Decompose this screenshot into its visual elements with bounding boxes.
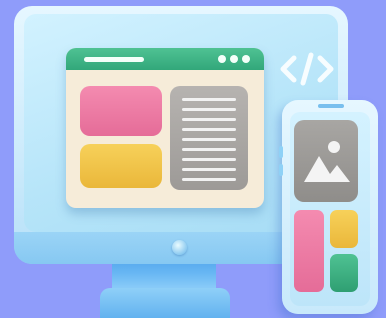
text-line	[182, 158, 236, 161]
browser-window	[66, 48, 264, 208]
power-button-icon	[172, 240, 187, 255]
monitor-stand-base	[100, 288, 230, 318]
phone-speaker	[318, 104, 344, 108]
text-line	[182, 178, 236, 181]
phone-block-yellow	[330, 210, 358, 248]
text-line	[182, 128, 236, 131]
phone-side-button	[279, 164, 283, 176]
phone-block-pink	[294, 210, 324, 292]
content-block-yellow	[80, 144, 162, 188]
content-block-pink	[80, 86, 162, 136]
window-dot-icon	[218, 55, 226, 63]
text-line	[182, 98, 236, 101]
illustration	[0, 0, 386, 318]
address-bar	[84, 57, 144, 62]
text-line	[182, 138, 236, 141]
text-line	[182, 168, 236, 171]
image-icon	[304, 141, 350, 182]
text-block	[170, 86, 248, 190]
window-dot-icon	[242, 55, 250, 63]
smartphone	[279, 100, 378, 314]
window-dot-icon	[230, 55, 238, 63]
text-line	[182, 118, 236, 121]
text-line	[182, 148, 236, 151]
text-line	[182, 108, 236, 111]
browser-title-bar	[66, 48, 264, 70]
phone-side-button	[279, 146, 283, 158]
phone-block-green	[330, 254, 358, 292]
code-tag-icon	[280, 52, 334, 86]
image-placeholder	[294, 120, 358, 202]
